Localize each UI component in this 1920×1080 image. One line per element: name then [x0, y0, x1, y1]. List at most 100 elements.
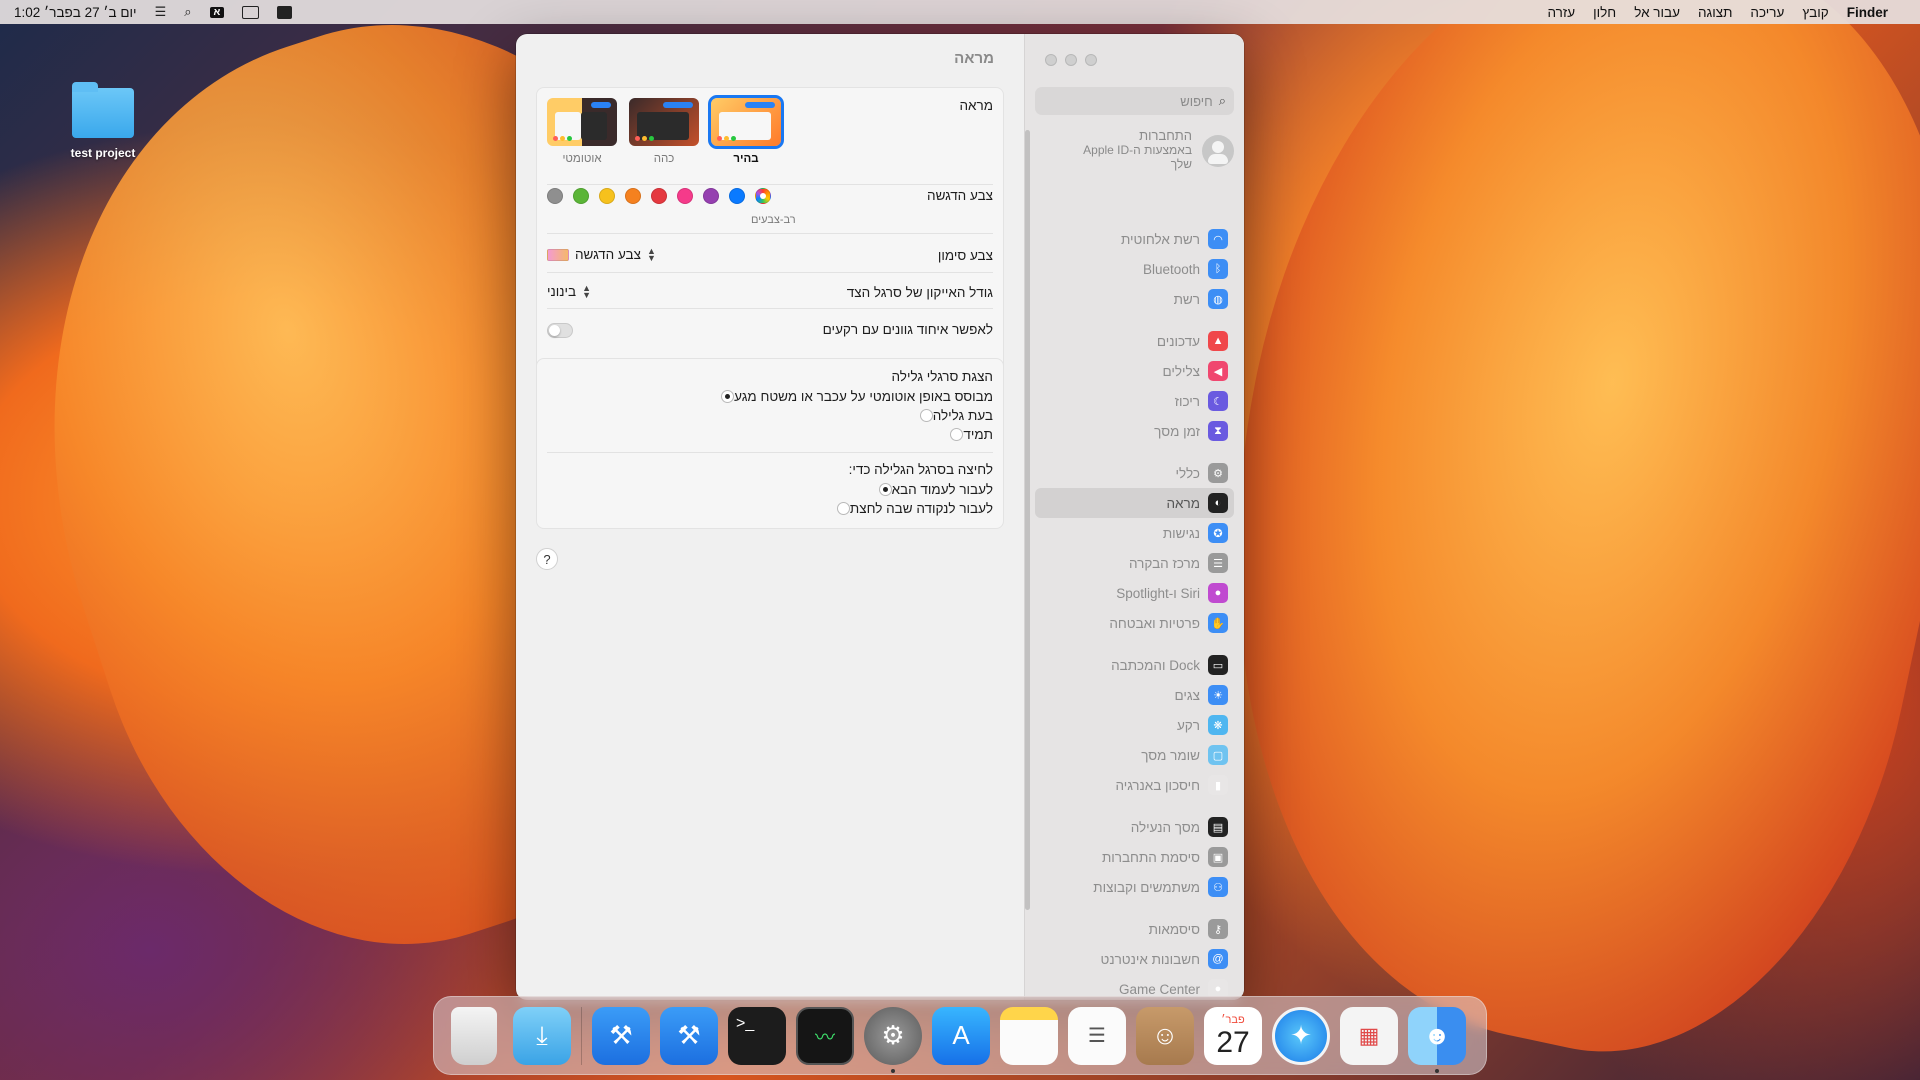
accent-color-swatch[interactable] — [625, 188, 641, 204]
menu-go[interactable]: עבור אל — [1634, 5, 1680, 20]
help-button[interactable]: ? — [536, 548, 558, 570]
menu-window[interactable]: חלון — [1593, 5, 1616, 20]
notes-icon[interactable] — [1000, 1006, 1058, 1065]
accent-multicolor-swatch[interactable] — [755, 188, 771, 204]
screen-mirroring-icon[interactable] — [277, 5, 293, 19]
spotlight-search-icon[interactable]: ⌕ — [184, 4, 191, 20]
radio-when-scrolling[interactable]: בעת גלילה — [913, 408, 993, 423]
sidebar-item[interactable]: ◐ מראה — [1035, 488, 1234, 518]
sidebar-item[interactable]: ▮ חיסכון באנרגיה — [1035, 770, 1234, 800]
sidebar-scrollbar[interactable] — [1025, 130, 1030, 910]
sidebar-item[interactable]: ◍ רשת — [1035, 284, 1234, 314]
downloads-folder-icon[interactable]: ⤓ — [513, 1006, 571, 1065]
sidebar-item-label: Siri ו-Spotlight — [1116, 585, 1200, 601]
xcode-beta-icon[interactable]: ⚒ — [660, 1006, 718, 1065]
radio-next-page[interactable]: לעבור לעמוד הבא — [872, 482, 993, 497]
system-settings-icon[interactable]: ⚙ — [864, 1006, 922, 1073]
sidebar-item[interactable]: ◠ רשת אלחוטית — [1035, 224, 1234, 254]
wallpaper-tinting-toggle[interactable] — [547, 323, 573, 338]
zoom-button[interactable] — [1085, 54, 1097, 66]
radio-button[interactable] — [919, 409, 933, 422]
radio-button[interactable] — [721, 390, 735, 403]
calendar-icon[interactable]: פבר׳ 27 — [1204, 1006, 1262, 1065]
sidebar-item-label: פרטיות ואבטחה — [1109, 615, 1200, 631]
sidebar-item-label: משתמשים וקבוצות — [1093, 879, 1200, 895]
finder-icon[interactable]: ☻ — [1408, 1006, 1466, 1073]
sidebar-item[interactable]: @ חשבונות אינטרנט — [1035, 944, 1234, 974]
menubar-clock[interactable]: יום ב׳ 27 בפבר׳ 1:02 — [14, 5, 137, 20]
highlight-color-popup[interactable]: ▲ ▼ צבע הדגשה — [547, 246, 656, 262]
launchpad-icon[interactable]: ▦ — [1340, 1006, 1398, 1065]
sidebar-icon-size-popup[interactable]: ▲ ▼ בינוני — [547, 283, 591, 299]
divider — [547, 272, 993, 273]
radio-button[interactable] — [878, 483, 892, 496]
users-icon: ⚇ — [1208, 877, 1228, 897]
appearance-auto[interactable]: אוטומטי — [547, 98, 617, 165]
terminal-icon[interactable]: >_ — [728, 1006, 786, 1065]
sidebar-item[interactable]: ⚇ משתמשים וקבוצות — [1035, 872, 1234, 902]
sidebar-item[interactable]: ᛒ Bluetooth — [1035, 254, 1234, 284]
sidebar-item[interactable]: ▲ עדכונים — [1035, 326, 1234, 356]
sidebar-item[interactable]: ◀ צלילים — [1035, 356, 1234, 386]
accent-color-swatch[interactable] — [547, 188, 563, 204]
contacts-icon[interactable]: ☺ — [1136, 1006, 1194, 1065]
reminders-icon[interactable]: ☰ — [1068, 1006, 1126, 1065]
menu-app-name[interactable]: Finder — [1847, 5, 1888, 20]
sidebar-item-label: חשבונות אינטרנט — [1100, 951, 1201, 967]
menu-edit[interactable]: עריכה — [1750, 5, 1784, 20]
accent-color-swatch[interactable] — [703, 188, 719, 204]
accent-color-swatch[interactable] — [677, 188, 693, 204]
sidebar-item[interactable]: ⚷ סיסמאות — [1035, 914, 1234, 944]
sidebar-item-label: רשת אלחוטית — [1120, 231, 1200, 247]
app-store-icon[interactable]: A — [932, 1006, 990, 1065]
radio-clicked-spot[interactable]: לעבור לנקודה שבה לחצת — [830, 501, 993, 516]
menu-help[interactable]: עזרה — [1548, 5, 1576, 20]
radio-auto[interactable]: מבוסס באופן אוטומטי על עכבר או משטח מגע — [714, 389, 993, 404]
hand-icon: ✋ — [1208, 613, 1228, 633]
minimize-button[interactable] — [1065, 54, 1077, 66]
menu-view[interactable]: תצוגה — [1698, 5, 1732, 20]
input-source-icon[interactable]: א — [209, 6, 225, 18]
radio-always[interactable]: תמיד — [943, 427, 993, 442]
appearance-light[interactable]: בהיר — [708, 95, 784, 165]
search-field[interactable]: ⌕ חיפוש — [1035, 87, 1234, 115]
sidebar-item[interactable]: ☀ צגים — [1035, 680, 1234, 710]
sidebar-item-label: מסך הנעילה — [1130, 819, 1200, 835]
control-center-icon[interactable]: ☰ — [155, 4, 167, 20]
sidebar-item[interactable]: ● Siri ו-Spotlight — [1035, 578, 1234, 608]
accent-color-swatch[interactable] — [729, 188, 745, 204]
sun-icon: ☀ — [1208, 685, 1228, 705]
sidebar-item[interactable]: ⚙ כללי — [1035, 458, 1234, 488]
menu-file[interactable]: קובץ — [1802, 5, 1828, 20]
divider — [547, 308, 993, 309]
sidebar-item-label: ריכוז — [1174, 393, 1200, 409]
apple-id-signin[interactable]: התחברות באמצעות ה-Apple ID שלך — [1035, 129, 1234, 171]
sidebar-item[interactable]: ▢ שומר מסך — [1035, 740, 1234, 770]
sidebar-item[interactable]: ☰ מרכז הבקרה — [1035, 548, 1234, 578]
sidebar-item[interactable]: ✋ פרטיות ואבטחה — [1035, 608, 1234, 638]
accent-color-swatch[interactable] — [573, 188, 589, 204]
xcode-icon[interactable]: ⚒ — [592, 1006, 650, 1065]
sidebar-item[interactable]: ✪ נגישות — [1035, 518, 1234, 548]
sidebar-item[interactable]: ▣ סיסמת התחברות — [1035, 842, 1234, 872]
sidebar-item[interactable]: ☾ ריכוז — [1035, 386, 1234, 416]
pane-title: מראה — [954, 50, 994, 67]
sidebar-item[interactable]: ❋ רקע — [1035, 710, 1234, 740]
close-button[interactable] — [1045, 54, 1057, 66]
activity-monitor-icon[interactable]: 〰 — [796, 1006, 854, 1065]
sidebar-item[interactable]: ⧗ זמן מסך — [1035, 416, 1234, 446]
accent-color-swatch[interactable] — [651, 188, 667, 204]
stage-manager-icon[interactable] — [242, 5, 260, 19]
radio-button[interactable] — [950, 428, 964, 441]
safari-icon[interactable]: ✦ — [1272, 1006, 1330, 1065]
desktop-folder[interactable]: test project — [60, 82, 146, 160]
sidebar-item[interactable]: ▭ Dock והמכתבה — [1035, 650, 1234, 680]
accent-color-swatch[interactable] — [599, 188, 615, 204]
sidebar-item[interactable]: ▤ מסך הנעילה — [1035, 812, 1234, 842]
trash-icon[interactable] — [451, 1006, 497, 1065]
dock-separator — [581, 1006, 582, 1065]
radio-button[interactable] — [836, 502, 850, 515]
menu-bar: יום ב׳ 27 בפבר׳ 1:02 ☰ ⌕ א Finder קובץ ע… — [0, 0, 1920, 24]
appearance-dark[interactable]: כהה — [629, 98, 699, 165]
